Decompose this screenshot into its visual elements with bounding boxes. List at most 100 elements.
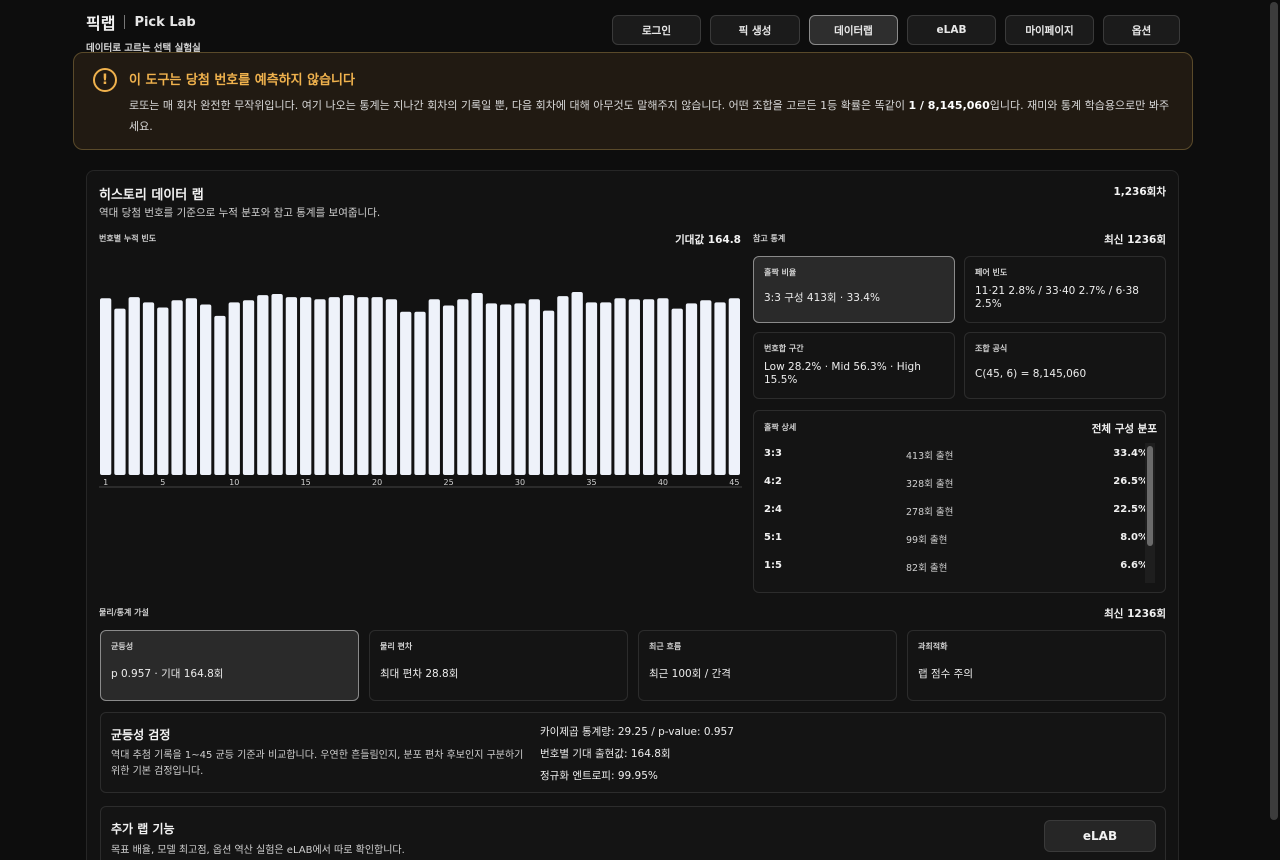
bar-8 bbox=[200, 304, 212, 475]
bar-30 bbox=[514, 303, 526, 475]
bar-28 bbox=[485, 303, 498, 475]
nav-elab-button[interactable]: eLAB bbox=[907, 15, 996, 45]
bar-24 bbox=[428, 299, 440, 475]
warning-title: 이 도구는 당첨 번호를 예측하지 않습니다 bbox=[129, 73, 355, 88]
x-tick-label: 20 bbox=[372, 478, 382, 487]
odd-even-key: 1:5 bbox=[764, 560, 782, 571]
card-value: p 0.957 · 기대 164.8회 bbox=[111, 668, 224, 680]
nav-login-button[interactable]: 로그인 bbox=[612, 15, 701, 45]
sum-range-card[interactable]: 번호합 구간 Low 28.2% · Mid 56.3% · High 15.5… bbox=[753, 332, 955, 399]
card-value: 최근 100회 / 간격 bbox=[649, 668, 731, 680]
bar-1 bbox=[100, 298, 112, 475]
history-title: 히스토리 데이터 랩 bbox=[99, 188, 204, 203]
bar-34 bbox=[571, 291, 583, 475]
uniformity-card[interactable]: 균등성 p 0.957 · 기대 164.8회 bbox=[100, 630, 359, 701]
bar-37 bbox=[614, 298, 626, 475]
nav-pick-generate-button[interactable]: 픽 생성 bbox=[710, 15, 800, 45]
list-item: 3:3 413회 출현 33.4% bbox=[764, 448, 1148, 462]
top-header: 픽랩 Pick Lab 데이터로 고르는 선택 실험실 로그인 픽 생성 데이터… bbox=[86, 10, 1180, 54]
pair-frequency-card[interactable]: 페어 빈도 11·21 2.8% / 33·40 2.7% / 6·38 2.5… bbox=[964, 256, 1166, 323]
uniformity-test-desc: 역대 추첨 기록을 1~45 균등 기준과 비교합니다. 우연한 흔들림인지, … bbox=[111, 750, 524, 777]
x-tick-label: 15 bbox=[301, 478, 311, 487]
history-subtitle: 역대 당첨 번호를 기준으로 누적 분포와 참고 통계를 보여줍니다. bbox=[99, 207, 381, 219]
ref-stats-label: 참고 통계 bbox=[753, 234, 786, 243]
page-scrollbar[interactable] bbox=[1268, 0, 1280, 860]
warning-banner: ! 이 도구는 당첨 번호를 예측하지 않습니다 로또는 매 회차 완전한 무작… bbox=[73, 52, 1193, 150]
exclamation-icon: ! bbox=[93, 68, 117, 92]
bar-10 bbox=[228, 302, 240, 475]
frequency-chart-label: 번호별 누적 빈도 bbox=[99, 234, 157, 243]
elab-button[interactable]: eLAB bbox=[1044, 820, 1156, 852]
nav-datalab-button[interactable]: 데이터랩 bbox=[809, 15, 898, 45]
odd-even-pct: 26.5% bbox=[1113, 476, 1148, 487]
physical-deviation-card[interactable]: 물리 편차 최대 편차 28.8회 bbox=[369, 630, 628, 701]
hypotheses-latest: 최신 1236회 bbox=[1104, 608, 1166, 620]
odd-even-pct: 8.0% bbox=[1120, 532, 1148, 543]
recent-trend-card[interactable]: 최근 흐름 최근 100회 / 간격 bbox=[638, 630, 897, 701]
uniformity-test-card: 균등성 검정 역대 추첨 기록을 1~45 균등 기준과 비교합니다. 우연한 … bbox=[100, 712, 1166, 793]
uniformity-test-title: 균등성 검정 bbox=[111, 728, 171, 742]
bar-39 bbox=[642, 299, 655, 475]
x-tick-label: 35 bbox=[586, 478, 596, 487]
odd-even-count: 99회 출현 bbox=[906, 535, 948, 546]
card-label: 균등성 bbox=[111, 642, 134, 651]
extra-lab-card: 추가 랩 기능 목표 배율, 모델 최고점, 옵션 역산 실험은 eLAB에서 … bbox=[100, 806, 1166, 860]
extra-lab-desc: 목표 배율, 모델 최고점, 옵션 역산 실험은 eLAB에서 따로 확인합니다… bbox=[111, 845, 405, 856]
hypotheses-label: 물리/통계 가설 bbox=[99, 608, 149, 617]
card-value: Low 28.2% · Mid 56.3% · High 15.5% bbox=[764, 361, 921, 386]
bar-23 bbox=[414, 311, 426, 475]
nav-mypage-button[interactable]: 마이페이지 bbox=[1005, 15, 1094, 45]
bar-6 bbox=[171, 300, 183, 475]
odd-even-detail-card: 홀짝 상세 전체 구성 분포 3:3 413회 출현 33.4% 4:2 328… bbox=[753, 410, 1166, 593]
detail-scrollbar[interactable] bbox=[1145, 443, 1155, 583]
bar-19 bbox=[357, 297, 369, 475]
detail-scrollbar-thumb[interactable] bbox=[1147, 446, 1153, 546]
card-label: 홀짝 비율 bbox=[764, 268, 797, 277]
bar-43 bbox=[700, 300, 712, 475]
brand-divider bbox=[124, 15, 126, 29]
card-label: 번호합 구간 bbox=[764, 344, 804, 353]
odd-even-count: 82회 출현 bbox=[906, 563, 948, 574]
odd-even-ratio-card[interactable]: 홀짝 비율 3:3 구성 413회 · 33.4% bbox=[753, 256, 955, 323]
scrollbar-thumb[interactable] bbox=[1270, 2, 1278, 820]
bar-13 bbox=[271, 294, 283, 475]
odd-even-pct: 22.5% bbox=[1113, 504, 1148, 515]
bar-27 bbox=[471, 293, 483, 475]
overfitting-card[interactable]: 과최적화 랩 점수 주의 bbox=[907, 630, 1166, 701]
card-value: 랩 점수 주의 bbox=[918, 668, 973, 680]
bar-20 bbox=[371, 297, 383, 475]
card-value: 11·21 2.8% / 33·40 2.7% / 6·38 2.5% bbox=[975, 285, 1139, 310]
rounds-count: 1,236회차 bbox=[1113, 186, 1166, 198]
bar-35 bbox=[585, 302, 598, 475]
bar-33 bbox=[557, 296, 569, 475]
x-tick-label: 30 bbox=[515, 478, 525, 487]
bar-12 bbox=[257, 295, 269, 475]
nav-options-button[interactable]: 옵션 bbox=[1103, 15, 1180, 45]
bar-16 bbox=[314, 299, 326, 475]
odd-even-pct: 33.4% bbox=[1113, 448, 1148, 459]
odd-even-count: 328회 출현 bbox=[906, 479, 954, 490]
odd-even-count: 278회 출현 bbox=[906, 507, 954, 518]
card-value: 3:3 구성 413회 · 33.4% bbox=[764, 292, 880, 304]
bar-40 bbox=[657, 298, 669, 475]
bar-15 bbox=[300, 297, 312, 475]
bar-14 bbox=[285, 297, 298, 475]
bar-22 bbox=[400, 311, 412, 475]
x-tick-label: 40 bbox=[658, 478, 668, 487]
ref-stats-latest: 최신 1236회 bbox=[1104, 234, 1166, 246]
combination-formula-card[interactable]: 조합 공식 C(45, 6) = 8,145,060 bbox=[964, 332, 1166, 399]
bar-44 bbox=[714, 302, 726, 475]
bar-36 bbox=[600, 302, 612, 475]
bar-31 bbox=[528, 299, 540, 475]
bar-25 bbox=[442, 305, 455, 475]
card-label: 페어 빈도 bbox=[975, 268, 1008, 277]
brand[interactable]: 픽랩 Pick Lab 데이터로 고르는 선택 실험실 bbox=[86, 10, 201, 54]
odd-even-detail-label: 홀짝 상세 bbox=[764, 423, 797, 432]
x-tick-label: 45 bbox=[729, 478, 739, 487]
brand-name-ko: 픽랩 bbox=[86, 14, 116, 33]
bar-17 bbox=[328, 297, 340, 475]
main-nav: 로그인 픽 생성 데이터랩 eLAB 마이페이지 옵션 bbox=[612, 15, 1180, 45]
bar-7 bbox=[185, 298, 198, 475]
bar-42 bbox=[685, 303, 698, 475]
card-label: 과최적화 bbox=[918, 642, 948, 651]
